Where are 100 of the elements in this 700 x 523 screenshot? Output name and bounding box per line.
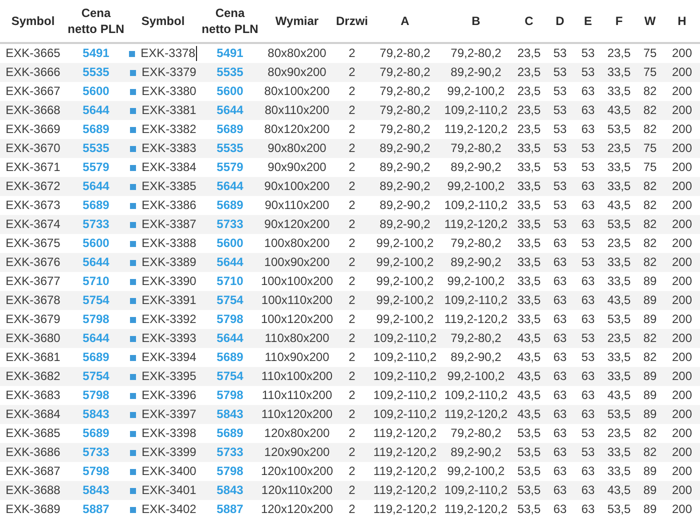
table-cell: 53 [581,331,595,345]
table-cell: 89,2-90,2 [380,198,430,212]
table-cell: 82 [643,331,657,345]
table-cell: 43,5 [607,198,631,212]
table-cell: 89 [643,407,657,421]
table-cell: 53,5 [607,122,631,136]
table-cell: 23,5 [607,236,631,250]
table-cell: 53,5 [517,502,541,516]
table-cell: 63 [581,179,595,193]
table-cell: 109,2-110,2 [444,388,508,402]
table-cell: 99,2-100,2 [447,179,505,193]
table-cell: 75 [643,141,657,155]
table-cell: EXK-3688 [6,483,60,497]
table-cell: 53 [553,141,567,155]
price-cell: 5644 [216,255,244,269]
table-cell: 53,5 [607,502,631,516]
table-cell: 63 [553,464,567,478]
table-cell: 23,5 [517,84,541,98]
table-cell: EXK-3680 [6,331,60,345]
column-header: Drzwi [336,13,368,29]
price-cell: 5798 [82,312,110,326]
table-cell: 89,2-90,2 [450,65,502,79]
price-cell: 5491 [82,46,110,60]
table-cell: EXK-3387 [142,217,196,231]
price-cell: 5535 [216,65,244,79]
table-cell: 109,2-110,2 [373,407,437,421]
table-cell: 200 [672,160,692,174]
column-header: Cena netto PLN [66,5,126,37]
table-cell: 33,5 [517,236,541,250]
table-cell: 90x100x200 [264,179,330,193]
table-cell: 23,5 [607,46,631,60]
table-cell: 33,5 [607,274,631,288]
table-cell: 200 [672,350,692,364]
table-cell: 99,2-100,2 [376,255,434,269]
table-cell: EXK-3379 [142,65,196,79]
table-cell: 109,2-110,2 [444,483,508,497]
price-cell: 5689 [82,122,110,136]
table-cell: 200 [672,255,692,269]
price-cell: 5689 [82,426,110,440]
column-header: H [678,13,686,29]
price-cell: 5689 [216,350,244,364]
table-cell: 79,2-80,2 [450,236,502,250]
table-cell: 119,2-120,2 [373,426,437,440]
table-cell: 200 [672,84,692,98]
bullet-icon [130,222,136,228]
bullet-icon [130,278,136,285]
table-cell: 2 [348,331,356,345]
price-cell: 5733 [82,217,110,231]
table-cell: 43,5 [517,350,541,364]
column-header: Symbol [141,13,185,29]
table-cell: 53 [581,236,595,250]
table-cell: 119,2-120,2 [373,445,437,459]
price-cell: 5754 [82,369,110,383]
bullet-icon [130,184,136,190]
table-cell: 89 [643,483,657,497]
table-cell: 23,5 [517,46,541,60]
table-cell: 79,2-80,2 [380,65,430,79]
table-cell: EXK-3679 [6,312,60,326]
table-cell: EXK-3390 [142,274,196,288]
table-cell: 53 [581,255,595,269]
price-cell: 5689 [216,198,244,212]
column-header: Symbol [11,13,55,29]
price-cell: 5843 [82,407,110,421]
table-cell: 200 [672,198,692,212]
table-cell: 89,2-90,2 [450,255,502,269]
table-cell: 63 [553,255,567,269]
price-cell: 5644 [82,331,110,345]
table-cell: 63 [581,502,595,516]
table-cell: 89,2-90,2 [380,141,430,155]
table-cell: 90x80x200 [268,141,326,155]
table-cell: 120x90x200 [264,445,330,459]
table-cell: 2 [348,46,356,60]
table-cell: 53,5 [607,407,631,421]
column-header: Wymiar [275,13,319,29]
table-cell: 2 [348,84,356,98]
price-cell: 5798 [82,464,110,478]
table-cell: 2 [348,445,356,459]
table-cell: 200 [672,464,692,478]
price-cell: 5600 [216,236,244,250]
table-cell: 99,2-100,2 [376,274,434,288]
table-cell: 82 [643,426,657,440]
table-cell: 120x80x200 [264,426,330,440]
price-cell: 5644 [216,179,244,193]
table-cell: 63 [553,350,567,364]
table-cell: 99,2-100,2 [447,464,505,478]
table-cell: EXK-3383 [142,141,196,155]
table-cell: 120x110x200 [261,483,333,497]
table-cell: 23,5 [607,141,631,155]
table-cell: 2 [348,369,356,383]
table-cell: 200 [672,122,692,136]
table-cell: 63 [581,217,595,231]
table-cell: EXK-3687 [6,464,60,478]
table-cell: 63 [581,122,595,136]
table-cell: EXK-3670 [6,141,60,155]
table-cell: 200 [672,179,692,193]
bullet-icon [130,126,136,133]
table-cell: EXK-3402 [142,502,196,516]
table-cell: 99,2-100,2 [376,312,434,326]
table-cell: 119,2-120,2 [373,502,437,516]
table-cell: EXK-3689 [6,502,60,516]
